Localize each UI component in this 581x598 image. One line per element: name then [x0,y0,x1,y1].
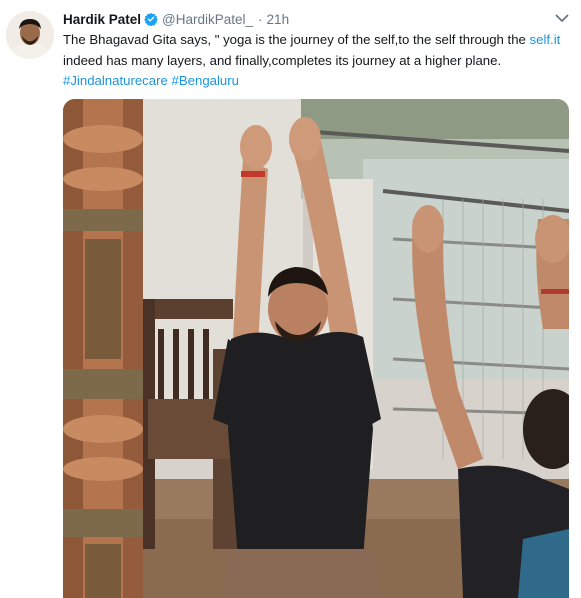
yoga-photo [63,99,569,598]
tweet-card: Hardik Patel @HardikPatel_ · 21h The Bha… [0,0,581,598]
hashtag-bengaluru[interactable]: #Bengaluru [172,73,239,88]
tweet-text-part: The Bhagavad Gita says, " yoga is the jo… [63,32,530,47]
tweet-photo[interactable] [63,99,569,598]
link-self-it[interactable]: self.it [530,32,561,47]
hashtag-jindalnaturecare[interactable]: #Jindalnaturecare [63,73,168,88]
tweet-timestamp[interactable]: 21h [267,12,290,27]
avatar-image [6,11,54,59]
tweet-header: Hardik Patel @HardikPatel_ · 21h [63,9,289,29]
verified-badge-icon [144,12,158,26]
author-name[interactable]: Hardik Patel [63,12,141,27]
avatar[interactable] [6,11,54,59]
tweet-text-part: indeed has many layers, and finally,comp… [63,52,502,68]
author-handle[interactable]: @HardikPatel_ [162,12,253,27]
separator-dot: · [258,11,263,27]
tweet-text: The Bhagavad Gita says, " yoga is the jo… [63,30,568,92]
chevron-down-icon[interactable] [555,13,569,23]
